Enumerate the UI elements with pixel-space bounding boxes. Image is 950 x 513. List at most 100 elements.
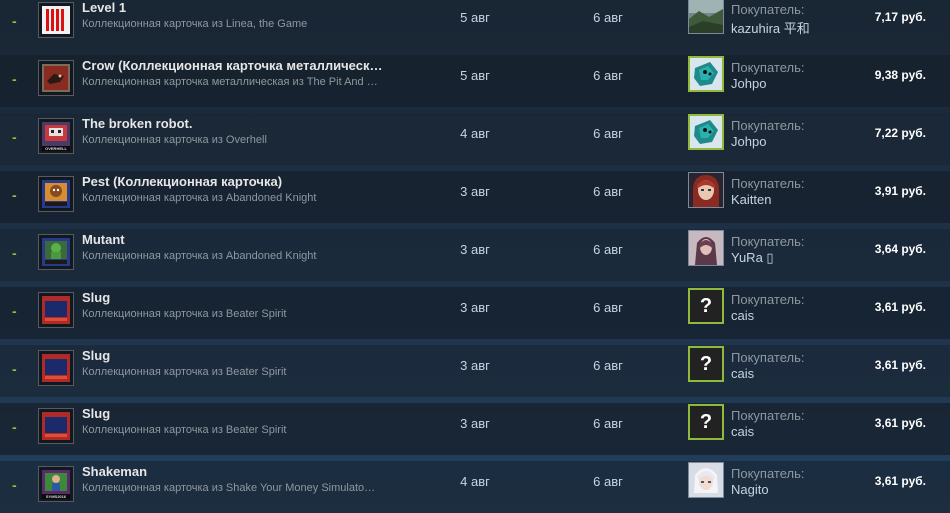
result-dash: - — [12, 13, 17, 29]
crow-card-icon[interactable] — [38, 60, 74, 96]
item-name[interactable]: Crow (Коллекционная карточка металлическ… — [82, 58, 412, 73]
sale-price: 7,22 руб. — [874, 126, 926, 140]
game-name: Коллекционная карточка из Linea, the Gam… — [82, 18, 308, 30]
result-dash: - — [12, 361, 17, 377]
item-name[interactable]: Level 1 — [82, 0, 412, 15]
sale-price: 3,91 руб. — [874, 184, 926, 198]
sale-price: 3,61 руб. — [874, 416, 926, 430]
buyer-name[interactable]: Nagito — [731, 482, 841, 497]
sale-price: 3,64 руб. — [874, 242, 926, 256]
acted-date: 6 авг — [593, 300, 623, 315]
sale-price: 3,61 руб. — [874, 358, 926, 372]
result-dash: - — [12, 245, 17, 261]
buyer-name[interactable]: Johpo — [731, 76, 841, 91]
question-mark-avatar-icon[interactable]: ? — [688, 346, 724, 382]
pest-card-icon[interactable] — [38, 176, 74, 212]
item-name[interactable]: Slug — [82, 406, 412, 421]
listed-date: 5 авг — [460, 10, 490, 25]
result-dash: - — [12, 477, 17, 493]
buyer-label: Покупатель: — [731, 2, 805, 17]
item-name[interactable]: Slug — [82, 348, 412, 363]
white-hair-avatar-icon[interactable] — [688, 462, 724, 498]
buyer-label: Покупатель: — [731, 176, 805, 191]
red-stripes-card-icon[interactable] — [38, 2, 74, 38]
shakeman-card-icon[interactable]: SYMS2016 — [38, 466, 74, 502]
game-name: Коллекционная карточка из Shake Your Mon… — [82, 482, 376, 494]
landscape-avatar-icon[interactable] — [688, 0, 724, 34]
item-name[interactable]: Pest (Коллекционная карточка) — [82, 174, 412, 189]
acted-date: 6 авг — [593, 68, 623, 83]
listed-date: 3 авг — [460, 358, 490, 373]
buyer-name[interactable]: YuRa ▯ — [731, 250, 841, 266]
listed-date: 3 авг — [460, 300, 490, 315]
game-name: Коллекционная карточка из Overhell — [82, 134, 267, 146]
buyer-label: Покупатель: — [731, 118, 805, 133]
game-name: Коллекционная карточка металлическая из … — [82, 76, 378, 88]
game-name: Коллекционная карточка из Beater Spirit — [82, 366, 287, 378]
result-dash: - — [12, 419, 17, 435]
buyer-name[interactable]: cais — [731, 308, 841, 323]
history-row: - Mutant Коллекционная карточка из Aband… — [0, 229, 950, 281]
listed-date: 3 авг — [460, 184, 490, 199]
question-mark-avatar-icon[interactable]: ? — [688, 288, 724, 324]
question-mark-avatar-icon[interactable]: ? — [688, 404, 724, 440]
teal-creature-avatar-icon[interactable] — [688, 114, 724, 150]
history-row: - Slug Коллекционная карточка из Beater … — [0, 287, 950, 339]
history-row: - Level 1 Коллекционная карточка из Line… — [0, 0, 950, 49]
robot-card-icon[interactable]: OVERHELL — [38, 118, 74, 154]
game-name: Коллекционная карточка из Abandoned Knig… — [82, 250, 317, 262]
listed-date: 4 авг — [460, 474, 490, 489]
item-name[interactable]: Shakeman — [82, 464, 412, 479]
game-name: Коллекционная карточка из Beater Spirit — [82, 424, 287, 436]
history-row: - OVERHELL The broken robot. Коллекционн… — [0, 113, 950, 165]
slug-card-icon[interactable] — [38, 292, 74, 328]
listed-date: 4 авг — [460, 126, 490, 141]
history-row: - Pest (Коллекционная карточка) Коллекци… — [0, 171, 950, 223]
buyer-name[interactable]: cais — [731, 424, 841, 439]
history-row: - Slug Коллекционная карточка из Beater … — [0, 403, 950, 455]
mutant-card-icon[interactable] — [38, 234, 74, 270]
item-name[interactable]: Slug — [82, 290, 412, 305]
sale-price: 3,61 руб. — [874, 474, 926, 488]
sale-price: 3,61 руб. — [874, 300, 926, 314]
item-name[interactable]: Mutant — [82, 232, 412, 247]
item-name[interactable]: The broken robot. — [82, 116, 412, 131]
result-dash: - — [12, 187, 17, 203]
red-hair-girl-avatar-icon[interactable] — [688, 172, 724, 208]
market-history-list: - Level 1 Коллекционная карточка из Line… — [0, 0, 950, 513]
game-name: Коллекционная карточка из Beater Spirit — [82, 308, 287, 320]
teal-creature-avatar-icon[interactable] — [688, 56, 724, 92]
acted-date: 6 авг — [593, 184, 623, 199]
slug-card-icon[interactable] — [38, 408, 74, 444]
listed-date: 3 авг — [460, 242, 490, 257]
buyer-label: Покупатель: — [731, 60, 805, 75]
history-row: - Crow (Коллекционная карточка металличе… — [0, 55, 950, 107]
sale-price: 9,38 руб. — [874, 68, 926, 82]
buyer-label: Покупатель: — [731, 466, 805, 481]
acted-date: 6 авг — [593, 416, 623, 431]
slug-card-icon[interactable] — [38, 350, 74, 386]
acted-date: 6 авг — [593, 242, 623, 257]
acted-date: 6 авг — [593, 10, 623, 25]
acted-date: 6 авг — [593, 474, 623, 489]
card-strip-text: OVERHELL — [42, 146, 70, 151]
buyer-name[interactable]: Kaitten — [731, 192, 841, 207]
buyer-name[interactable]: cais — [731, 366, 841, 381]
dark-girl-avatar-icon[interactable] — [688, 230, 724, 266]
history-row: - SYMS2016 Shakeman Коллекционная карточ… — [0, 461, 950, 513]
result-dash: - — [12, 303, 17, 319]
sale-price: 7,17 руб. — [874, 10, 926, 24]
listed-date: 5 авг — [460, 68, 490, 83]
acted-date: 6 авг — [593, 126, 623, 141]
acted-date: 6 авг — [593, 358, 623, 373]
game-name: Коллекционная карточка из Abandoned Knig… — [82, 192, 317, 204]
buyer-label: Покупатель: — [731, 350, 805, 365]
buyer-name[interactable]: Johpo — [731, 134, 841, 149]
buyer-label: Покупатель: — [731, 234, 805, 249]
buyer-label: Покупатель: — [731, 292, 805, 307]
card-strip-text: SYMS2016 — [42, 494, 70, 499]
buyer-label: Покупатель: — [731, 408, 805, 423]
result-dash: - — [12, 71, 17, 87]
buyer-name[interactable]: kazuhira 平和 — [731, 18, 841, 37]
history-row: - Slug Коллекционная карточка из Beater … — [0, 345, 950, 397]
